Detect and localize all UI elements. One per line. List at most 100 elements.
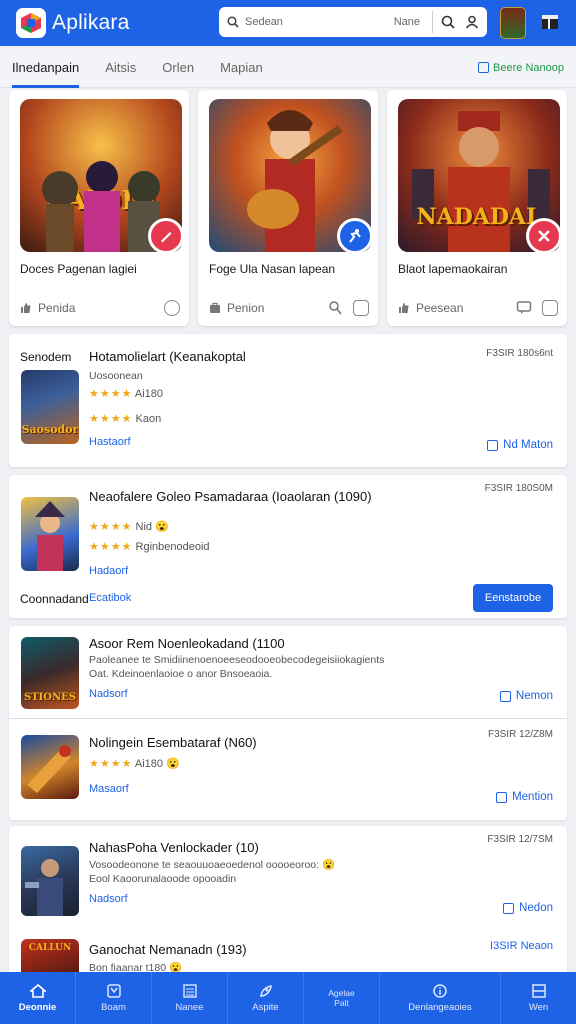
rating-row: ★★★★ Kaon (89, 412, 161, 425)
puzzle-icon (106, 983, 121, 998)
tools-icon (538, 230, 550, 242)
app-description-2: Oat. Kdeinoenlaoioe o anor Bnsoeaoia. (89, 668, 273, 680)
thumbs-up-icon[interactable] (20, 302, 32, 314)
featured-image[interactable] (209, 99, 371, 252)
run-icon (349, 229, 361, 243)
app-description: Paoleanee te Smidiinenoenoeeseodooeobeco… (89, 654, 385, 666)
featured-card[interactable]: NADADAL Blaot lapemaokairan Peesean (387, 90, 567, 326)
nav-item-boam[interactable]: Boam (76, 972, 152, 1024)
app-title[interactable]: Neaofalere Goleo Psamadaraa (Ioaolaran (… (89, 489, 372, 504)
featured-badge[interactable] (526, 218, 560, 252)
tab-1[interactable]: Aitsis (105, 48, 136, 88)
mention-tag[interactable]: Nedon (503, 902, 553, 914)
nav-item-denlangeaoies[interactable]: Denlangeaoies (380, 972, 501, 1024)
bag-icon[interactable] (209, 302, 221, 314)
app-thumbnail-title: STIONES (23, 692, 77, 703)
mention-tag-label: Nedon (519, 902, 553, 914)
mention-tag-label: Mention (512, 791, 553, 803)
refresh-icon[interactable] (542, 300, 558, 316)
chat-icon[interactable] (516, 300, 532, 316)
share-icon[interactable] (164, 300, 180, 316)
nav-label: Agelae Palt (328, 988, 355, 1008)
app-date: F3SIR 12/Z8M (487, 729, 553, 740)
app-thumbnail[interactable]: STIONES (21, 637, 79, 709)
menu-icon[interactable] (540, 12, 560, 32)
search-bar[interactable]: Sedean Nane (219, 7, 487, 37)
section-label: Senodem (20, 350, 72, 364)
search-filter[interactable]: Nane (394, 16, 420, 28)
user-search-icon[interactable] (327, 300, 343, 316)
search-placeholder[interactable]: Sedean (245, 16, 283, 28)
app-title[interactable]: Nolingein Esembataraf (N60) (89, 735, 257, 750)
app-thumbnail[interactable]: Saosodor (21, 370, 79, 444)
profile-avatar[interactable] (500, 7, 526, 39)
nav-item-agelae[interactable]: Agelae Palt (304, 972, 380, 1024)
star-rating: ★★★★ (89, 388, 133, 400)
list-item[interactable]: CALLUN Ganochat Nemanadn (193) Bon fiaan… (9, 930, 567, 974)
featured-title[interactable]: Foge Ula Nasan lapean (209, 262, 335, 276)
tab-0[interactable]: Ilnedanpain (12, 48, 80, 88)
category-link[interactable]: Ecatibok (89, 592, 131, 604)
featured-badge[interactable] (337, 218, 371, 252)
app-title[interactable]: Hotamolielart (Keanakoptal (89, 349, 246, 364)
message-icon[interactable] (353, 300, 369, 316)
featured-meta: Penion (209, 300, 369, 316)
featured-badge[interactable] (148, 218, 182, 252)
app-link[interactable]: Hastaorf (89, 436, 131, 448)
app-thumbnail[interactable] (21, 846, 79, 916)
app-link[interactable]: Nadsorf (89, 893, 128, 905)
nav-item-aspite[interactable]: Aspite (228, 972, 304, 1024)
rocket-icon (259, 984, 272, 997)
rating-value: Kaon (135, 413, 162, 425)
app-title[interactable]: Ganochat Nemanadn (193) (89, 942, 247, 957)
user-icon[interactable] (465, 15, 479, 29)
nav-item-wen[interactable]: Wen (501, 972, 576, 1024)
mention-tag[interactable]: Mention (496, 791, 553, 803)
rating-value: Nid 😮 (135, 521, 169, 533)
app-link[interactable]: Nadsorf (89, 688, 128, 700)
app-link[interactable]: Masaorf (89, 783, 129, 795)
tabs-action-link[interactable]: Beere Nanoop (478, 62, 564, 74)
featured-title[interactable]: Doces Pagenan lagiei (20, 262, 137, 276)
app-thumbnail[interactable] (21, 735, 79, 799)
list-item[interactable]: NahasPoha Venlockader (10) Vosoodeonone … (9, 826, 567, 930)
app-thumbnail[interactable]: CALLUN (21, 939, 79, 972)
tab-2[interactable]: Orlen (162, 48, 194, 88)
nav-label: Nanee (175, 1001, 204, 1013)
install-button-label: Eenstarobe (484, 592, 542, 604)
app-title[interactable]: Asoor Rem Noenleokadand (1100 (89, 636, 285, 651)
list-item[interactable]: Nolingein Esembataraf (N60) ★★★★ Ai180 😮… (9, 719, 567, 820)
rating-value: Ai180 😮 (134, 758, 180, 770)
featured-image[interactable]: NADADAL (398, 99, 560, 252)
list-item[interactable]: Neaofalere Goleo Psamadaraa (Ioaolaran (… (9, 475, 567, 618)
app-thumbnail[interactable] (21, 497, 79, 571)
featured-section: RAIDIN Doces Pagenan lagiei Penida Foge … (9, 90, 567, 326)
nav-item-home[interactable]: Deonnie (0, 972, 76, 1024)
mention-tag-label: Nd Maton (503, 439, 553, 451)
mention-tag[interactable]: Nemon (499, 690, 553, 702)
list-item[interactable]: STIONES Asoor Rem Noenleokadand (1100 Pa… (9, 626, 567, 718)
thumbs-up-icon[interactable] (398, 302, 410, 314)
star-rating: ★★★★ (89, 758, 133, 770)
nav-label: Aspite (252, 1001, 279, 1013)
search-submit-icon[interactable] (441, 15, 455, 29)
featured-image[interactable]: RAIDIN (20, 99, 182, 252)
tab-3[interactable]: Mapian (220, 48, 263, 88)
app-link[interactable]: Hadaorf (89, 565, 128, 577)
rating-value: Rginbenodeoid (135, 541, 210, 553)
list-item[interactable]: Senodem Saosodor Hotamolielart (Keanakop… (9, 334, 567, 467)
app-thumbnail-title: Saosodor (21, 423, 79, 436)
featured-card[interactable]: Foge Ula Nasan lapean Penion (198, 90, 378, 326)
install-button[interactable]: Eenstarobe (473, 584, 553, 612)
featured-title[interactable]: Blaot lapemaokairan (398, 262, 507, 276)
nav-label: Denlangeaoies (408, 1001, 472, 1013)
app-subtitle: Uosoonean (89, 370, 143, 382)
info-icon (433, 983, 447, 998)
mention-tag[interactable]: Nd Maton (487, 439, 553, 451)
app-date: I3SIR Neaon (490, 940, 553, 952)
app-logo-icon[interactable] (16, 8, 46, 38)
featured-card[interactable]: RAIDIN Doces Pagenan lagiei Penida (9, 90, 189, 326)
rating-value: Ai180 (134, 388, 164, 400)
app-title[interactable]: NahasPoha Venlockader (10) (89, 840, 259, 855)
nav-item-nanee[interactable]: Nanee (152, 972, 228, 1024)
